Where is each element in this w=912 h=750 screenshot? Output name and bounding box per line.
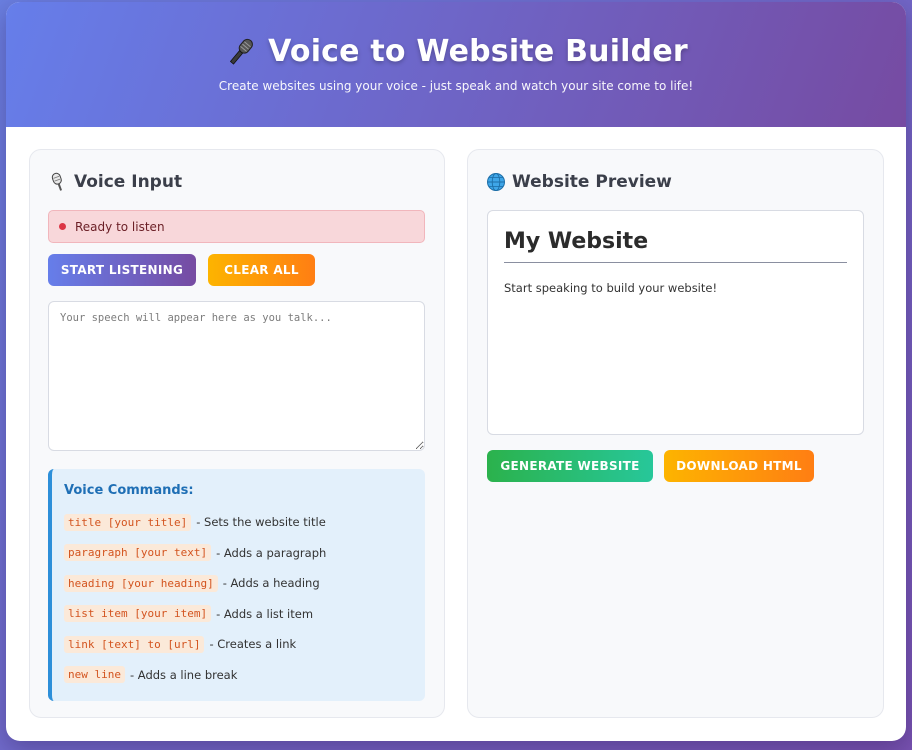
command-description: - Adds a heading [222,576,320,591]
command-item: list item [your item] - Adds a list item [64,599,413,630]
command-description: - Adds a line break [129,667,238,682]
command-code: heading [your heading] [64,574,218,592]
command-description: - Sets the website title [196,515,326,530]
command-code: new line [64,666,125,684]
clear-all-button[interactable]: CLEAR ALL [208,254,315,286]
page-title-row: Voice to Website Builder [6,2,906,69]
status-badge: Ready to listen [48,210,425,243]
download-html-button[interactable]: DOWNLOAD HTML [664,450,814,482]
command-description: - Adds a list item [216,606,314,621]
page-title: Voice to Website Builder [268,34,688,69]
preview-site-text: Start speaking to build your website! [504,281,718,295]
voice-input-title: Voice Input [74,172,183,192]
generate-website-button[interactable]: GENERATE WEBSITE [487,450,653,482]
command-item: title [your title] - Sets the website ti… [64,507,413,538]
start-listening-button[interactable]: START LISTENING [48,254,196,286]
app-window: Voice to Website Builder Create websites… [6,2,906,741]
speech-transcript-textarea[interactable] [48,301,425,451]
voice-commands-box: Voice Commands: title [your title] - Set… [48,469,425,701]
voice-commands-title: Voice Commands: [64,483,194,498]
command-code: list item [your item] [64,605,212,623]
status-text: Ready to listen [75,219,165,234]
microphone-icon [230,38,254,65]
command-code: paragraph [your text] [64,544,212,562]
status-dot-icon [59,223,66,230]
microphone-stand-icon [51,172,63,191]
command-code: link [text] to [url] [64,635,205,653]
voice-input-heading: Voice Input [48,172,182,192]
command-code: title [your title] [64,513,192,531]
command-item: paragraph [your text] - Adds a paragraph [64,538,413,569]
website-preview-panel: Website Preview My Website Start speakin… [467,149,884,718]
preview-site-title: My Website [504,229,847,263]
globe-icon [487,173,505,191]
website-preview-title: Website Preview [512,172,672,192]
header-banner: Voice to Website Builder Create websites… [6,2,906,127]
voice-input-panel: Voice Input Ready to listen START LISTEN… [29,149,445,718]
website-preview-frame: My Website Start speaking to build your … [487,210,864,435]
command-description: - Adds a paragraph [216,545,327,560]
page-subtitle: Create websites using your voice - just … [218,79,694,93]
command-item: new line - Adds a line break [64,660,413,691]
command-item: heading [your heading] - Adds a heading [64,568,413,599]
command-item: link [text] to [url] - Creates a link [64,629,413,660]
command-description: - Creates a link [209,637,297,652]
website-preview-heading: Website Preview [486,172,672,192]
